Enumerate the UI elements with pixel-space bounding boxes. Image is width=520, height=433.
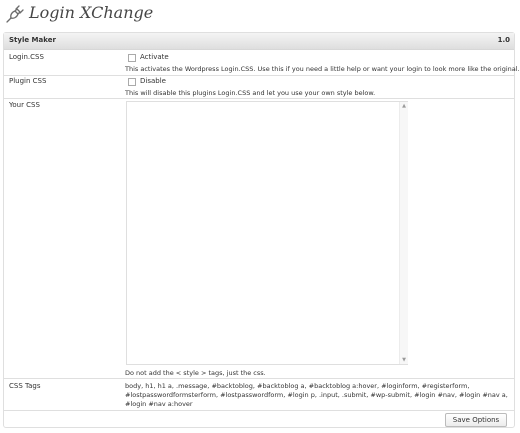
- plugin-css-label: Plugin CSS: [9, 77, 47, 85]
- login-css-description: This activates the Wordpress Login.CSS. …: [125, 65, 520, 73]
- your-css-hint: Do not add the < style > tags, just the …: [125, 369, 266, 377]
- row-divider: [4, 98, 514, 99]
- disable-checkbox-label[interactable]: Disable: [140, 77, 166, 85]
- panel-title: Style Maker: [9, 36, 56, 44]
- disable-checkbox[interactable]: [128, 78, 136, 86]
- panel-header: Style Maker 1.0: [4, 33, 514, 50]
- textarea-scrollbar[interactable]: ▲ ▼: [399, 102, 408, 364]
- plugin-settings-page: Login XChange Style Maker 1.0 Login.CSS …: [0, 0, 520, 433]
- login-css-label: Login.CSS: [9, 53, 44, 61]
- activate-checkbox[interactable]: [128, 54, 136, 62]
- scroll-down-arrow-icon[interactable]: ▼: [400, 356, 408, 364]
- activate-checkbox-label[interactable]: Activate: [140, 53, 169, 61]
- row-divider: [4, 410, 514, 411]
- css-tags-list: body, h1, h1 a, .message, #backtoblog, #…: [125, 382, 508, 408]
- style-maker-panel: Style Maker 1.0 Login.CSS Activate This …: [3, 32, 520, 428]
- row-divider: [4, 378, 514, 379]
- scroll-up-arrow-icon[interactable]: ▲: [400, 102, 408, 110]
- your-css-label: Your CSS: [9, 101, 40, 109]
- page-header: Login XChange: [0, 0, 520, 30]
- plug-icon: [5, 4, 25, 24]
- plugin-css-description: This will disable this plugins Login.CSS…: [125, 89, 376, 97]
- custom-css-textarea[interactable]: [126, 101, 408, 365]
- save-options-button[interactable]: Save Options: [445, 413, 507, 427]
- row-divider: [4, 75, 514, 76]
- page-title: Login XChange: [29, 3, 154, 22]
- css-tags-label: CSS Tags: [9, 382, 41, 390]
- panel-version: 1.0: [497, 36, 510, 44]
